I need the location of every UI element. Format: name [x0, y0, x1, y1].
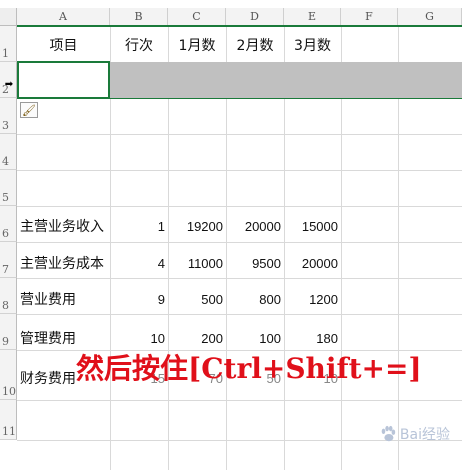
- gridline: [17, 206, 462, 207]
- select-all-corner[interactable]: [0, 8, 17, 26]
- cell-label-row10[interactable]: 财务费用: [20, 361, 76, 395]
- row-header-9[interactable]: 9: [0, 314, 17, 350]
- paste-options-icon[interactable]: 🖌: [20, 102, 38, 118]
- cell-b8[interactable]: 9: [110, 282, 168, 316]
- cell-c7[interactable]: 11000: [168, 246, 226, 280]
- gridline: [17, 170, 462, 171]
- row-header-10[interactable]: 10: [0, 350, 17, 400]
- watermark-text: Bai经验: [399, 427, 450, 443]
- row-header-8[interactable]: 8: [0, 278, 17, 314]
- row-header-3[interactable]: 3: [0, 98, 17, 134]
- cell-c6[interactable]: 19200: [168, 209, 226, 243]
- column-header-c[interactable]: C: [168, 8, 226, 26]
- cell-d7[interactable]: 9500: [226, 246, 284, 280]
- cell-e8[interactable]: 1200: [284, 282, 341, 316]
- cell-c8[interactable]: 500: [168, 282, 226, 316]
- cell-b7[interactable]: 4: [110, 246, 168, 280]
- cell-d6[interactable]: 20000: [226, 209, 284, 243]
- row-header-4[interactable]: 4: [0, 134, 17, 170]
- cell-d1[interactable]: 2月数: [226, 28, 284, 62]
- row-header-1[interactable]: 1: [0, 26, 17, 62]
- inserted-row-highlight[interactable]: [110, 62, 462, 98]
- active-cell-a2[interactable]: [17, 61, 110, 99]
- cell-label-row7[interactable]: 主营业务成本: [20, 246, 104, 280]
- row-header-6[interactable]: 6: [0, 206, 17, 242]
- row-header-11[interactable]: 11: [0, 400, 17, 440]
- row-header-7[interactable]: 7: [0, 242, 17, 278]
- cell-e1[interactable]: 3月数: [284, 28, 341, 62]
- instruction-caption: 然后按住[Ctrl+Shift+=]: [76, 352, 422, 385]
- spreadsheet[interactable]: A B C D E F G 1 2 3 4 5 6 7 8 9 10 11 项目…: [0, 0, 462, 470]
- row-header-5[interactable]: 5: [0, 170, 17, 206]
- column-header-a[interactable]: A: [17, 8, 110, 26]
- column-header-f[interactable]: F: [341, 8, 398, 26]
- cell-c1[interactable]: 1月数: [168, 28, 226, 62]
- baidu-paw-icon: [381, 425, 396, 442]
- insert-row-arrow-icon: ➡: [4, 78, 14, 90]
- cell-label-row9[interactable]: 管理费用: [20, 321, 76, 355]
- column-header-e[interactable]: E: [284, 8, 341, 26]
- column-header-b[interactable]: B: [110, 8, 168, 26]
- cell-d8[interactable]: 800: [226, 282, 284, 316]
- cell-label-row8[interactable]: 营业费用: [20, 282, 76, 316]
- gridline: [17, 400, 462, 401]
- cell-e6[interactable]: 15000: [284, 209, 341, 243]
- cell-b6[interactable]: 1: [110, 209, 168, 243]
- selection-border-top: [17, 25, 462, 27]
- cell-label-row6[interactable]: 主营业务收入: [20, 209, 104, 243]
- cell-e7[interactable]: 20000: [284, 246, 341, 280]
- gridline: [17, 134, 462, 135]
- column-header-g[interactable]: G: [398, 8, 462, 26]
- baidu-jingyan-watermark: Bai经验: [379, 424, 450, 444]
- cell-a1[interactable]: 项目: [17, 28, 110, 62]
- cell-b1[interactable]: 行次: [110, 28, 168, 62]
- column-header-d[interactable]: D: [226, 8, 284, 26]
